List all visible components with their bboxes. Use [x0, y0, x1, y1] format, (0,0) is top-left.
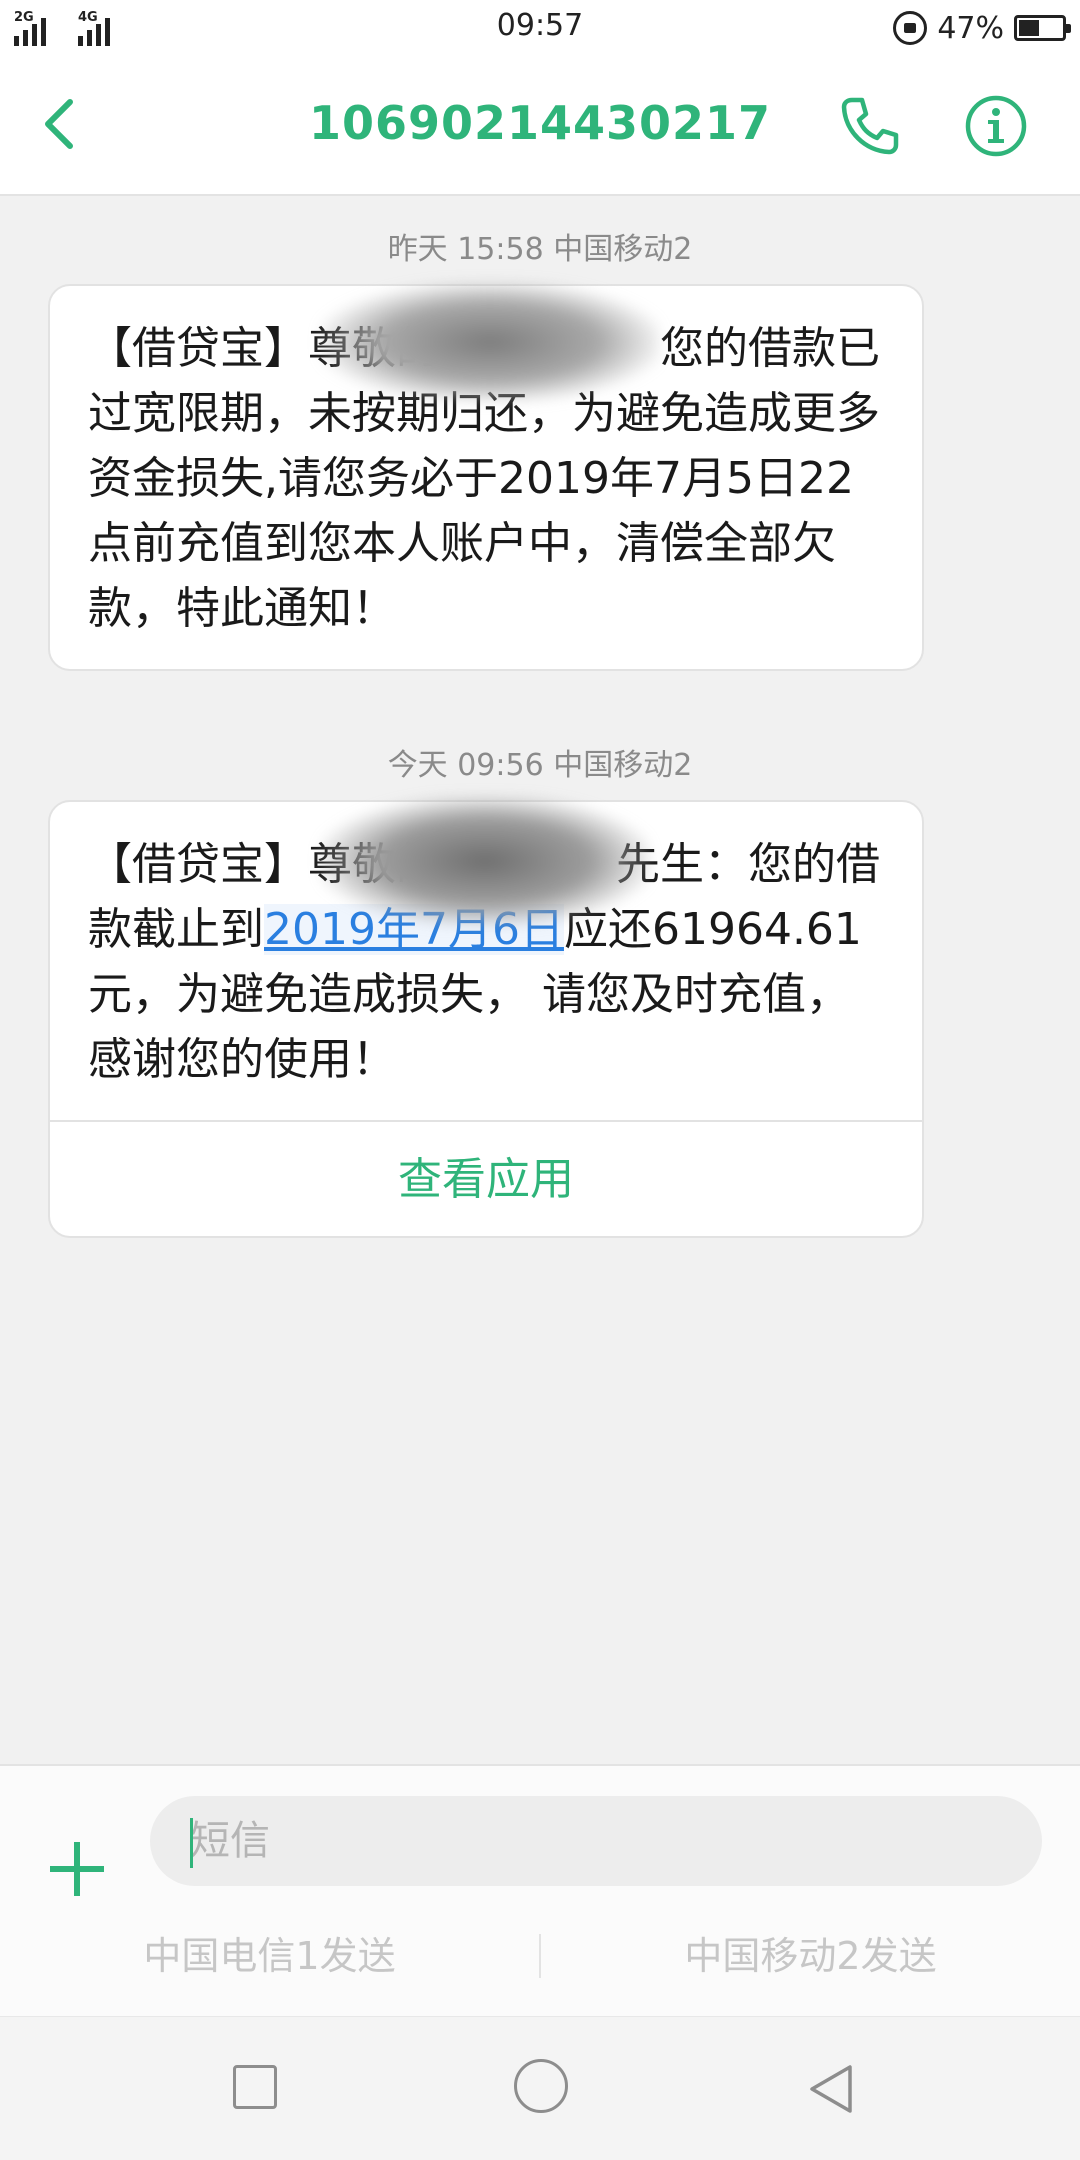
send-sim2-button[interactable]: 中国移动2发送 [541, 1916, 1080, 1996]
message-bubble[interactable]: 【借贷宝】尊敬的 您的借款已过宽限期，未按期归还，为避免造成更多资金损失,请您务… [48, 282, 924, 671]
redaction-blur [320, 282, 660, 402]
message-list[interactable]: 昨天 15:58 中国移动2 【借贷宝】尊敬的 您的借款已过宽限期，未按期归还，… [0, 198, 1080, 1764]
system-back-button[interactable] [804, 2061, 860, 2117]
message-timestamp: 昨天 15:58 中国移动2 [387, 232, 693, 267]
conversation-header: 10690214430217 [0, 56, 1080, 196]
message-timestamp: 今天 09:56 中国移动2 [387, 748, 693, 783]
status-bar: 2G 4G 09:57 47% [0, 0, 1080, 56]
navigation-bar [0, 2016, 1080, 2160]
send-options: 中国电信1发送 中国移动2发送 [0, 1916, 1080, 1996]
view-app-button[interactable]: 查看应用 [50, 1120, 922, 1236]
phone-icon [841, 97, 899, 155]
contact-title: 10690214430217 [308, 96, 772, 150]
info-button[interactable] [964, 94, 1028, 158]
text-cursor [190, 1818, 193, 1868]
rotation-lock-icon [893, 11, 928, 45]
battery-icon [1014, 15, 1071, 41]
home-button[interactable] [514, 2059, 568, 2113]
info-icon [965, 95, 1027, 157]
message-composer: 中国电信1发送 中国移动2发送 [0, 1764, 1080, 2016]
sms-input[interactable] [150, 1796, 1042, 1886]
battery-fill [1019, 20, 1039, 36]
message-bubble[interactable]: 【借贷宝】尊敬的 先生：您的借款截止到2019年7月6日应还61964.61元，… [48, 796, 924, 1238]
send-sim1-button[interactable]: 中国电信1发送 [0, 1916, 539, 1996]
redaction-blur [320, 796, 650, 926]
add-attachment-button[interactable] [46, 1838, 108, 1900]
battery-percent: 47% [937, 10, 1004, 46]
call-button[interactable] [838, 94, 902, 158]
triangle-back-icon [810, 2065, 852, 2113]
recent-apps-button[interactable] [233, 2065, 277, 2109]
